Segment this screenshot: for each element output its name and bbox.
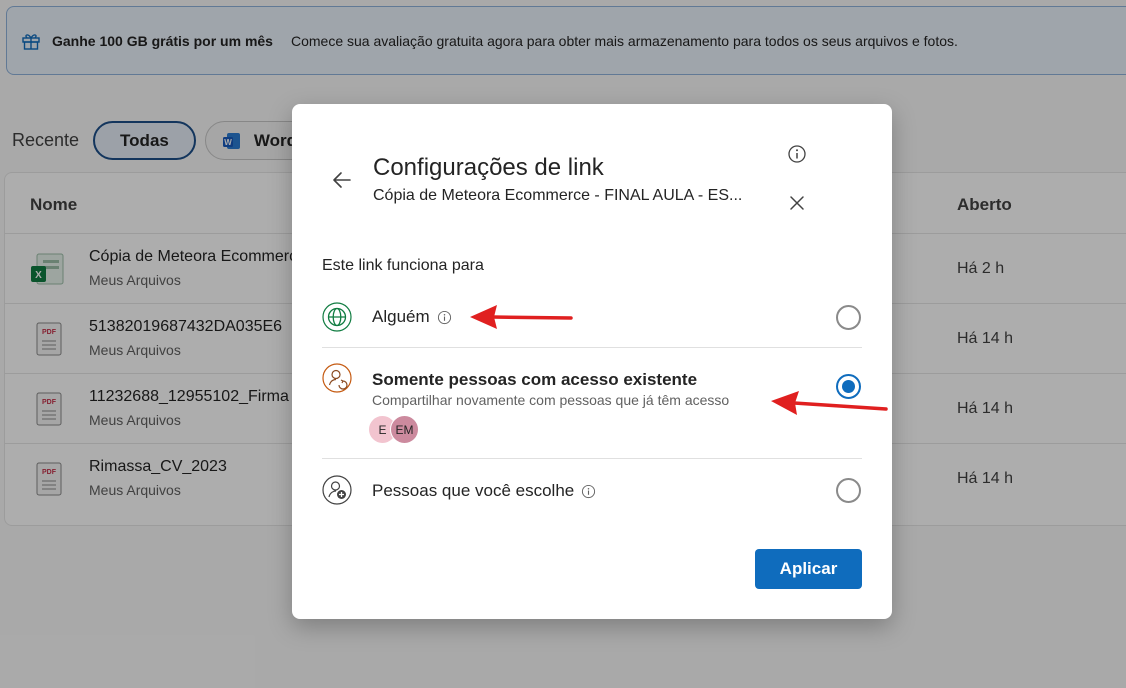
avatar-group: E EM: [368, 415, 419, 444]
option-anyone-radio[interactable]: [836, 305, 861, 330]
option-existing-radio[interactable]: [836, 374, 861, 399]
link-settings-dialog: Configurações de link Cópia de Meteora E…: [292, 104, 892, 619]
back-arrow-icon[interactable]: [330, 168, 354, 192]
person-arrow-icon: [322, 363, 352, 393]
person-add-icon: [322, 475, 352, 505]
option-specific-text: Pessoas que você escolhe: [372, 481, 575, 500]
globe-icon: [322, 302, 352, 332]
dialog-title: Configurações de link: [373, 154, 604, 181]
divider: [322, 347, 862, 348]
section-label: Este link funciona para: [322, 257, 484, 274]
divider: [322, 458, 862, 459]
option-existing-access[interactable]: Somente pessoas com acesso existente Com…: [320, 362, 862, 444]
option-anyone-label: Alguém: [372, 307, 452, 327]
close-icon[interactable]: [787, 193, 807, 213]
option-anyone[interactable]: Alguém: [320, 302, 862, 332]
option-specific-radio[interactable]: [836, 478, 861, 503]
option-specific-people[interactable]: Pessoas que você escolhe: [320, 475, 862, 505]
option-anyone-text: Alguém: [372, 307, 430, 326]
info-icon[interactable]: [581, 484, 596, 499]
option-specific-label: Pessoas que você escolhe: [372, 481, 596, 501]
dialog-subtitle: Cópia de Meteora Ecommerce - FINAL AULA …: [373, 187, 743, 204]
info-icon[interactable]: [787, 144, 807, 164]
info-icon[interactable]: [437, 310, 452, 325]
option-existing-description: Compartilhar novamente com pessoas que j…: [372, 392, 730, 408]
option-existing-label: Somente pessoas com acesso existente: [372, 370, 698, 389]
avatar[interactable]: EM: [390, 415, 419, 444]
apply-button[interactable]: Aplicar: [755, 549, 862, 589]
